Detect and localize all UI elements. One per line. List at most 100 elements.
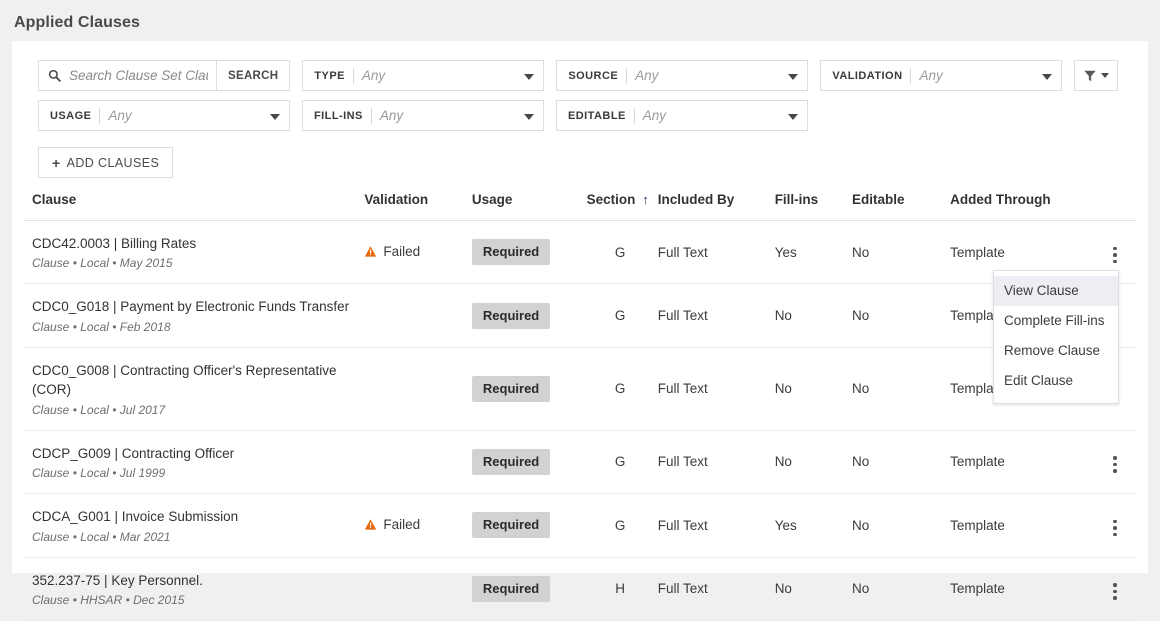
cell-validation xyxy=(364,283,472,348)
filter-validation-value: Any xyxy=(919,68,943,83)
cell-fill-ins: No xyxy=(774,557,852,621)
applied-clauses-card: SEARCH TYPE Any SOURCE Any VALIDATION An… xyxy=(12,41,1148,621)
cell-actions xyxy=(1094,493,1136,558)
cell-section: G xyxy=(582,347,658,431)
clause-meta: Clause • Local • May 2015 xyxy=(32,256,173,271)
filter-usage[interactable]: USAGE Any xyxy=(38,100,290,131)
column-header-section-label: Section xyxy=(586,192,636,207)
filter-fill-ins[interactable]: FILL-INS Any xyxy=(302,100,544,131)
filter-validation-label: VALIDATION xyxy=(832,69,903,82)
search-icon xyxy=(48,69,61,82)
cell-added-through: Template xyxy=(950,493,1095,558)
chevron-down-icon xyxy=(1101,73,1110,78)
chevron-down-icon xyxy=(270,113,280,120)
cell-editable: No xyxy=(851,557,951,621)
table-head: Clause Validation Usage Section ↑ Include… xyxy=(24,192,1136,221)
table-row[interactable]: CDCA_G001 | Invoice Submission Clause • … xyxy=(24,493,1136,558)
cell-section: G xyxy=(582,220,658,285)
funnel-icon xyxy=(1083,69,1097,83)
filter-fill-ins-value: Any xyxy=(379,108,404,123)
clause-title: 352.237-75 | Key Personnel. xyxy=(32,572,203,588)
cell-clause: CDCA_G001 | Invoice Submission Clause • … xyxy=(24,493,365,558)
table-row[interactable]: CDC0_G018 | Payment by Electronic Funds … xyxy=(24,283,1136,348)
row-actions-menu-icon[interactable] xyxy=(1110,453,1120,476)
filter-bar-row-1: SEARCH TYPE Any SOURCE Any VALIDATION An… xyxy=(12,41,1148,91)
usage-badge: Required xyxy=(471,375,551,402)
table-header-row: Clause Validation Usage Section ↑ Include… xyxy=(24,192,1136,221)
column-header-editable[interactable]: Editable xyxy=(851,192,951,221)
cell-validation xyxy=(364,430,472,495)
context-menu-item-complete-fill-ins[interactable]: Complete Fill-ins xyxy=(994,306,1118,336)
cell-included-by: Full Text xyxy=(657,283,775,348)
chevron-down-icon xyxy=(524,73,535,80)
search-button[interactable]: SEARCH xyxy=(217,60,291,91)
status-badge-failed: Failed xyxy=(364,244,420,259)
warning-triangle-icon xyxy=(364,518,377,531)
table-body: CDC42.0003 | Billing Rates Clause • Loca… xyxy=(24,220,1136,621)
clause-meta: Clause • Local • Jul 2017 xyxy=(32,402,166,417)
cell-clause: CDC0_G018 | Payment by Electronic Funds … xyxy=(24,283,365,348)
clause-title: CDC0_G008 | Contracting Officer's Repres… xyxy=(32,362,337,398)
clauses-table-wrapper: Clause Validation Usage Section ↑ Include… xyxy=(12,192,1148,621)
cell-added-through: Template xyxy=(950,430,1095,495)
context-menu-item-edit-clause[interactable]: Edit Clause xyxy=(994,366,1118,396)
row-actions-context-menu[interactable]: View Clause Complete Fill-ins Remove Cla… xyxy=(993,270,1119,404)
column-header-fill-ins[interactable]: Fill-ins xyxy=(774,192,852,221)
chevron-down-icon xyxy=(524,113,534,120)
cell-included-by: Full Text xyxy=(657,557,775,621)
column-header-included-by[interactable]: Included By xyxy=(657,192,775,221)
row-actions-menu-icon[interactable] xyxy=(1110,580,1120,603)
cell-fill-ins: Yes xyxy=(774,493,852,558)
filter-editable-label: EDITABLE xyxy=(568,109,626,122)
add-clauses-label: ADD CLAUSES xyxy=(66,155,160,170)
cell-editable: No xyxy=(851,493,951,558)
column-header-usage[interactable]: Usage xyxy=(471,192,583,221)
filter-type-value: Any xyxy=(361,68,386,83)
table-row[interactable]: 352.237-75 | Key Personnel. Clause • HHS… xyxy=(24,557,1136,621)
column-header-actions xyxy=(1094,192,1136,221)
usage-badge: Required xyxy=(471,302,551,329)
filter-validation[interactable]: VALIDATION Any xyxy=(820,60,1063,91)
cell-section: G xyxy=(582,493,658,558)
plus-icon: + xyxy=(52,154,61,171)
chevron-down-icon xyxy=(788,113,798,120)
column-header-added-through[interactable]: Added Through xyxy=(950,192,1095,221)
cell-validation: Failed xyxy=(364,493,472,558)
filter-source[interactable]: SOURCE Any xyxy=(556,60,809,91)
cell-usage: Required xyxy=(471,220,583,285)
filter-usage-label: USAGE xyxy=(50,109,92,122)
table-row[interactable]: CDC42.0003 | Billing Rates Clause • Loca… xyxy=(24,220,1136,285)
filter-divider xyxy=(633,107,635,124)
column-header-clause[interactable]: Clause xyxy=(24,192,365,221)
filter-fill-ins-label: FILL-INS xyxy=(314,109,363,122)
table-row[interactable]: CDCP_G009 | Contracting Officer Clause •… xyxy=(24,430,1136,495)
row-actions-menu-icon[interactable] xyxy=(1110,244,1120,267)
advanced-filter-button[interactable] xyxy=(1074,60,1119,91)
status-badge-failed: Failed xyxy=(364,517,420,532)
filter-editable[interactable]: EDITABLE Any xyxy=(556,100,808,131)
filter-divider xyxy=(626,67,628,84)
cell-usage: Required xyxy=(471,430,583,495)
context-menu-item-view-clause[interactable]: View Clause xyxy=(994,276,1118,306)
filter-source-value: Any xyxy=(635,68,659,83)
filter-bar-row-2: USAGE Any FILL-INS Any EDITABLE Any xyxy=(12,91,1148,131)
clause-meta: Clause • Local • Jul 1999 xyxy=(32,466,166,481)
clause-meta: Clause • Local • Feb 2018 xyxy=(32,319,171,334)
cell-section: G xyxy=(582,283,658,348)
column-header-section[interactable]: Section ↑ xyxy=(582,192,658,221)
validation-status-text: Failed xyxy=(383,243,421,259)
column-header-validation[interactable]: Validation xyxy=(364,192,472,221)
usage-badge: Required xyxy=(471,512,551,539)
table-row[interactable]: CDC0_G008 | Contracting Officer's Repres… xyxy=(24,347,1136,431)
add-clauses-button[interactable]: + ADD CLAUSES xyxy=(38,147,174,178)
page-title: Applied Clauses xyxy=(14,14,140,31)
search-input-wrapper[interactable] xyxy=(38,60,217,91)
chevron-down-icon xyxy=(788,73,799,80)
usage-badge: Required xyxy=(471,448,551,475)
search-input[interactable] xyxy=(67,67,210,84)
filter-type[interactable]: TYPE Any xyxy=(302,60,545,91)
context-menu-item-remove-clause[interactable]: Remove Clause xyxy=(994,336,1118,366)
filter-divider xyxy=(370,107,372,124)
cell-fill-ins: No xyxy=(774,283,852,348)
row-actions-menu-icon[interactable] xyxy=(1110,517,1120,540)
